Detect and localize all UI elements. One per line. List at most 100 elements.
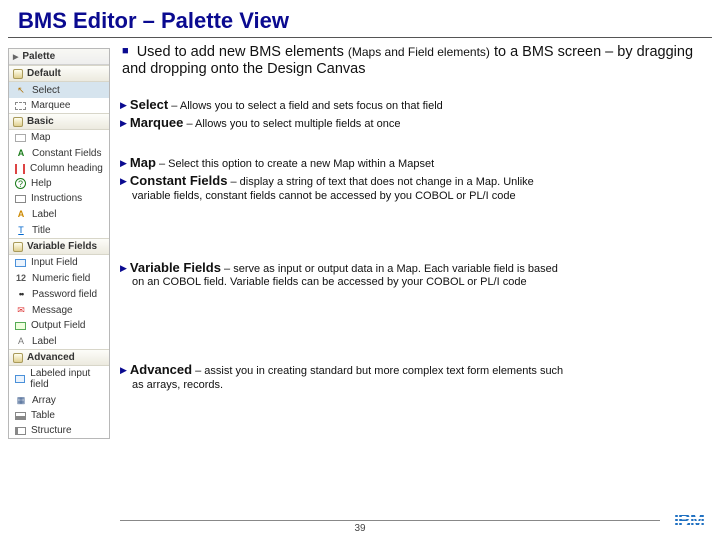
desc-map: ▶Map – Select this option to create a ne…	[120, 155, 716, 172]
palette-item-label: Labeled input field	[30, 368, 105, 390]
palette-item-label: Message	[32, 305, 73, 316]
arrow-icon: ▶	[120, 263, 127, 274]
desc-adv-text: – assist you in creating standard but mo…	[192, 365, 563, 377]
palette-item-marquee[interactable]: Marquee	[9, 98, 109, 113]
desc-constant: ▶Constant Fields – display a string of t…	[120, 173, 716, 204]
bullet-square-icon: ■	[122, 45, 129, 58]
label-icon: A	[15, 335, 27, 347]
palette-item-label[interactable]: ALabel	[9, 206, 109, 222]
palette-section-default[interactable]: Default	[9, 65, 109, 82]
arrow-icon: ▶	[120, 158, 127, 169]
right-column: ■ Used to add new BMS elements (Maps and…	[108, 44, 716, 439]
palette-item-label: Table	[31, 410, 55, 421]
arrow-icon: ▶	[120, 100, 127, 111]
desc-marquee-name: Marquee	[130, 115, 183, 130]
chevron-right-icon: ▶	[13, 53, 18, 61]
palette-item-structure[interactable]: Structure	[9, 423, 109, 438]
arrow-icon: ▶	[120, 365, 127, 376]
intro-lead: Used to add new BMS elements	[137, 44, 348, 60]
palette-item-label: Help	[31, 178, 52, 189]
palette-section-variable-fields[interactable]: Variable Fields	[9, 238, 109, 255]
palette-section-label: Advanced	[27, 352, 75, 363]
desc-marquee: ▶Marquee – Allows you to select multiple…	[120, 115, 716, 132]
palette-item-message[interactable]: ✉ Message	[9, 302, 109, 318]
palette-item-map[interactable]: Map	[9, 130, 109, 145]
column-heading-icon	[15, 164, 25, 174]
palette-item-label: Password field	[32, 289, 97, 300]
intro-text: ■ Used to add new BMS elements (Maps and…	[122, 44, 716, 79]
palette-item-numeric-field[interactable]: 12 Numeric field	[9, 270, 109, 286]
palette-item-password-field[interactable]: •• Password field	[9, 286, 109, 302]
footer-rule	[120, 520, 660, 521]
desc-marquee-text: – Allows you to select multiple fields a…	[183, 118, 400, 130]
desc-group-variable: ▶Variable Fields – serve as input or out…	[120, 260, 716, 291]
palette-item-label: Marquee	[31, 100, 70, 111]
desc-select: ▶Select – Allows you to select a field a…	[120, 97, 716, 114]
input-field-icon	[15, 259, 26, 267]
palette-item-label: Label	[32, 209, 56, 220]
palette-item-label: Label	[32, 336, 56, 347]
select-icon: ↖	[15, 84, 27, 96]
palette-item-label: Column heading	[30, 163, 103, 174]
palette-item-output-field[interactable]: Output Field	[9, 318, 109, 333]
palette-item-title[interactable]: T Title	[9, 222, 109, 238]
palette-item-label: Constant Fields	[32, 148, 101, 159]
palette-item-input-field[interactable]: Input Field	[9, 255, 109, 270]
desc-variable: ▶Variable Fields – serve as input or out…	[120, 260, 716, 291]
slide-body: x ▶PaletteDefault↖SelectMarqueeBasicMapA…	[0, 44, 720, 439]
ibm-logo: IBM	[674, 511, 704, 532]
title-icon: T	[15, 224, 27, 236]
palette-section-advanced[interactable]: Advanced	[9, 349, 109, 366]
palette-item-labeled-input-field[interactable]: Labeled input field	[9, 366, 109, 392]
palette-item-column-heading[interactable]: Column heading	[9, 161, 109, 176]
page-number: 39	[0, 523, 720, 534]
marquee-icon	[15, 102, 26, 110]
palette-item-label[interactable]: A Label	[9, 333, 109, 349]
arrow-icon: ▶	[120, 118, 127, 129]
desc-const-cont: variable fields, constant fields cannot …	[132, 190, 716, 204]
palette-item-help[interactable]: ? Help	[9, 176, 109, 191]
slide-title: BMS Editor – Palette View	[8, 0, 712, 38]
palette-header[interactable]: ▶Palette	[9, 49, 109, 65]
palette-item-instructions[interactable]: Instructions	[9, 191, 109, 206]
table-icon	[15, 412, 26, 420]
palette-section-label: Variable Fields	[27, 241, 97, 252]
desc-map-name: Map	[130, 155, 156, 170]
palette-item-constant-fields[interactable]: AConstant Fields	[9, 145, 109, 161]
drawer-icon	[13, 353, 23, 363]
intro-paren: (Maps and Field elements)	[348, 45, 490, 59]
drawer-icon	[13, 242, 23, 252]
palette-section-label: Basic	[27, 116, 54, 127]
desc-group-basic: ▶Map – Select this option to create a ne…	[120, 155, 716, 203]
structure-icon	[15, 427, 26, 435]
palette-item-label: Map	[31, 132, 50, 143]
desc-advanced: ▶Advanced – assist you in creating stand…	[120, 362, 716, 393]
output-field-icon	[15, 322, 26, 330]
arrow-icon: ▶	[120, 176, 127, 187]
map-icon	[15, 134, 26, 142]
desc-map-text: – Select this option to create a new Map…	[156, 158, 434, 170]
desc-var-cont: on an COBOL field. Variable fields can b…	[132, 276, 716, 290]
password-field-icon: ••	[15, 288, 27, 300]
desc-adv-cont: as arrays, records.	[132, 379, 716, 393]
desc-const-name: Constant Fields	[130, 173, 228, 188]
desc-select-name: Select	[130, 97, 168, 112]
palette-item-label: Input Field	[31, 257, 78, 268]
left-column: x ▶PaletteDefault↖SelectMarqueeBasicMapA…	[4, 44, 108, 439]
palette-section-basic[interactable]: Basic	[9, 113, 109, 130]
palette-item-array[interactable]: ▦Array	[9, 392, 109, 408]
footer: 39	[0, 520, 720, 534]
numeric-field-icon: 12	[15, 272, 27, 284]
message-icon: ✉	[15, 304, 27, 316]
palette-item-label: Numeric field	[32, 273, 90, 284]
palette-panel: ▶PaletteDefault↖SelectMarqueeBasicMapACo…	[8, 48, 110, 439]
palette-item-label: Select	[32, 85, 60, 96]
desc-select-text: – Allows you to select a field and sets …	[168, 100, 443, 112]
palette-item-label: Title	[32, 225, 51, 236]
desc-var-name: Variable Fields	[130, 260, 221, 275]
desc-adv-name: Advanced	[130, 362, 192, 377]
desc-const-text: – display a string of text that does not…	[227, 176, 533, 188]
palette-item-table[interactable]: Table	[9, 408, 109, 423]
help-icon: ?	[15, 178, 26, 189]
palette-item-select[interactable]: ↖ Select	[9, 82, 109, 98]
